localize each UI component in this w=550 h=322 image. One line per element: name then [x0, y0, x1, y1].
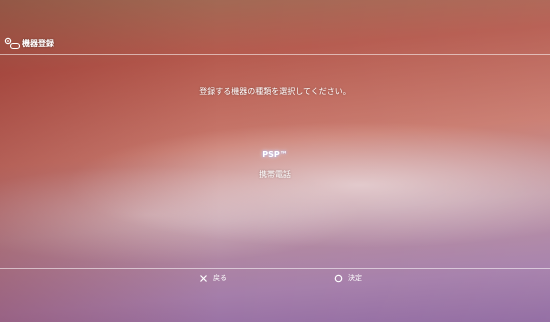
option-mobile-phone[interactable]: 携帯電話	[259, 170, 291, 179]
back-label: 戻る	[213, 274, 227, 282]
confirm-button[interactable]: 決定	[334, 271, 362, 285]
device-register-icon	[4, 36, 21, 50]
page-header: 機器登録	[0, 34, 550, 54]
option-psp[interactable]: PSP™	[262, 148, 288, 162]
footer-divider	[0, 268, 550, 269]
option-row-mobile[interactable]: 携帯電話	[0, 162, 550, 182]
instruction-text: 登録する機器の種類を選択してください。	[199, 87, 351, 96]
device-type-list: PSP™ 携帯電話	[0, 142, 550, 182]
header-divider	[0, 54, 550, 55]
back-button[interactable]: 戻る	[199, 271, 227, 285]
circle-button-icon	[334, 274, 343, 283]
confirm-label: 決定	[348, 274, 362, 282]
cross-button-icon	[199, 274, 208, 283]
option-row-psp[interactable]: PSP™	[0, 142, 550, 162]
page-title: 機器登録	[22, 39, 54, 48]
